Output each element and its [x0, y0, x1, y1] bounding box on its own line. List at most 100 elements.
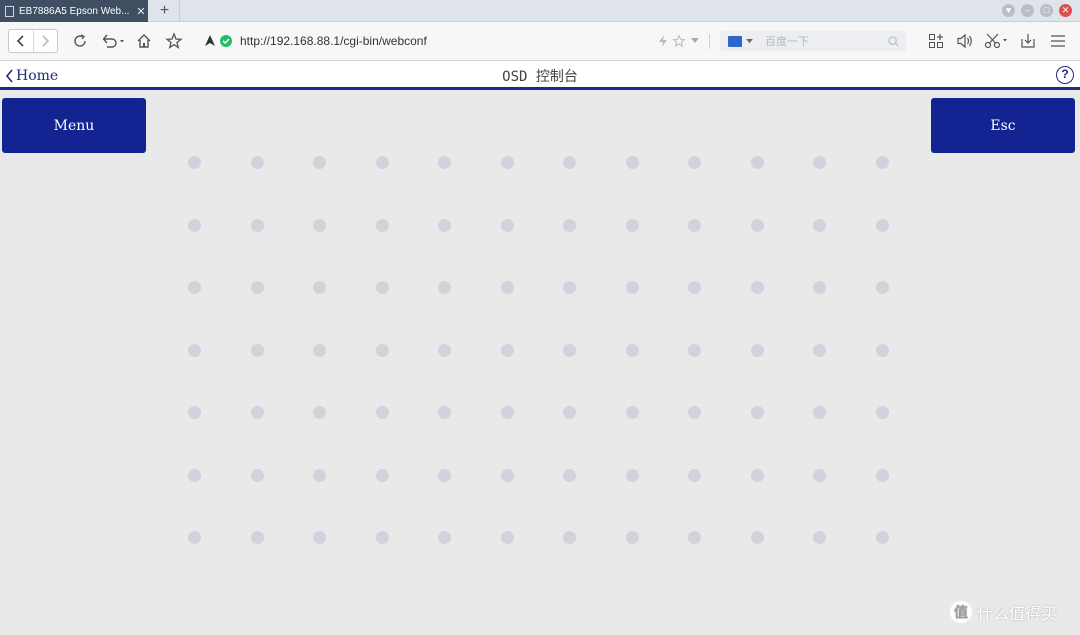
- grid-dot[interactable]: [375, 281, 389, 294]
- grid-dot[interactable]: [625, 218, 639, 232]
- forward-icon[interactable]: [34, 30, 58, 52]
- tab-close-icon[interactable]: ✕: [134, 5, 148, 18]
- screenshot-scissors-icon[interactable]: [984, 31, 1010, 51]
- grid-dot[interactable]: [250, 281, 264, 294]
- grid-dot[interactable]: [375, 531, 389, 544]
- new-tab-button[interactable]: +: [150, 0, 180, 22]
- back-icon[interactable]: [9, 30, 34, 52]
- grid-dot[interactable]: [813, 531, 826, 544]
- grid-dot[interactable]: [625, 406, 639, 419]
- grid-dot[interactable]: [625, 468, 639, 482]
- grid-dot[interactable]: [313, 531, 326, 544]
- grid-dot[interactable]: [188, 468, 201, 482]
- grid-dot[interactable]: [750, 156, 764, 169]
- help-icon[interactable]: ?: [1056, 66, 1074, 84]
- speed-mode-icon[interactable]: [204, 35, 216, 47]
- grid-dot[interactable]: [750, 218, 764, 232]
- favorite-star-icon[interactable]: [672, 34, 686, 48]
- grid-dot[interactable]: [188, 156, 201, 169]
- grid-dot[interactable]: [625, 343, 639, 357]
- grid-dot[interactable]: [250, 218, 264, 232]
- grid-dot[interactable]: [438, 406, 451, 419]
- grid-dot[interactable]: [688, 343, 701, 357]
- grid-dot[interactable]: [875, 468, 889, 482]
- grid-dot[interactable]: [688, 406, 701, 419]
- grid-dot[interactable]: [500, 531, 514, 544]
- grid-dot[interactable]: [375, 406, 389, 419]
- grid-dot[interactable]: [375, 156, 389, 169]
- address-bar[interactable]: http://192.168.88.1/cgi-bin/webconf: [200, 29, 708, 53]
- grid-dot[interactable]: [813, 156, 826, 169]
- grid-dot[interactable]: [500, 218, 514, 232]
- grid-dot[interactable]: [813, 468, 826, 482]
- grid-dot[interactable]: [313, 468, 326, 482]
- baidu-engine-icon[interactable]: [728, 35, 742, 47]
- lightning-icon[interactable]: [658, 35, 668, 47]
- grid-dot[interactable]: [563, 218, 576, 232]
- undo-close-icon[interactable]: [100, 31, 126, 51]
- engine-dropdown-icon[interactable]: [746, 38, 753, 44]
- grid-dot[interactable]: [313, 406, 326, 419]
- grid-dot[interactable]: [688, 531, 701, 544]
- home-icon[interactable]: [134, 31, 154, 51]
- grid-dot[interactable]: [375, 343, 389, 357]
- grid-dot[interactable]: [813, 406, 826, 419]
- grid-dot[interactable]: [188, 281, 201, 294]
- grid-dot[interactable]: [563, 281, 576, 294]
- grid-dot[interactable]: [188, 218, 201, 232]
- grid-dot[interactable]: [688, 218, 701, 232]
- grid-dot[interactable]: [500, 343, 514, 357]
- browser-tab[interactable]: EB7886A5 Epson Web... ✕: [0, 0, 148, 22]
- grid-dot[interactable]: [438, 468, 451, 482]
- refresh-icon[interactable]: [70, 31, 90, 51]
- grid-dot[interactable]: [188, 343, 201, 357]
- grid-dot[interactable]: [188, 406, 201, 419]
- grid-dot[interactable]: [875, 531, 889, 544]
- grid-dot[interactable]: [438, 218, 451, 232]
- grid-dot[interactable]: [250, 531, 264, 544]
- grid-dot[interactable]: [438, 343, 451, 357]
- grid-dot[interactable]: [750, 531, 764, 544]
- grid-dot[interactable]: [625, 531, 639, 544]
- grid-dot[interactable]: [250, 406, 264, 419]
- grid-dot[interactable]: [688, 468, 701, 482]
- grid-dot[interactable]: [438, 281, 451, 294]
- grid-dot[interactable]: [875, 218, 889, 232]
- bookmark-star-icon[interactable]: [164, 31, 184, 51]
- grid-dot[interactable]: [750, 406, 764, 419]
- grid-dot[interactable]: [250, 468, 264, 482]
- skin-icon[interactable]: ♥: [1002, 4, 1015, 17]
- grid-dot[interactable]: [875, 281, 889, 294]
- grid-dot[interactable]: [375, 218, 389, 232]
- grid-dot[interactable]: [500, 406, 514, 419]
- grid-dot[interactable]: [813, 343, 826, 357]
- grid-dot[interactable]: [188, 531, 201, 544]
- grid-dot[interactable]: [563, 406, 576, 419]
- grid-dot[interactable]: [875, 343, 889, 357]
- grid-dot[interactable]: [500, 281, 514, 294]
- search-icon[interactable]: [888, 35, 899, 47]
- grid-dot[interactable]: [563, 156, 576, 169]
- grid-dot[interactable]: [250, 343, 264, 357]
- grid-dot[interactable]: [500, 468, 514, 482]
- grid-dot[interactable]: [563, 531, 576, 544]
- grid-dot[interactable]: [688, 156, 701, 169]
- grid-dot[interactable]: [750, 343, 764, 357]
- grid-dot[interactable]: [438, 156, 451, 169]
- grid-dot[interactable]: [625, 281, 639, 294]
- search-box[interactable]: 百度一下: [720, 31, 906, 51]
- grid-dot[interactable]: [313, 218, 326, 232]
- grid-dot[interactable]: [750, 281, 764, 294]
- search-input[interactable]: 百度一下: [765, 33, 888, 49]
- grid-dot[interactable]: [875, 156, 889, 169]
- grid-dot[interactable]: [875, 406, 889, 419]
- close-window-icon[interactable]: ✕: [1059, 4, 1072, 17]
- menu-hamburger-icon[interactable]: [1048, 31, 1068, 51]
- download-icon[interactable]: [1018, 31, 1038, 51]
- grid-dot[interactable]: [375, 468, 389, 482]
- esc-button[interactable]: Esc: [931, 98, 1075, 153]
- menu-button[interactable]: Menu: [2, 98, 146, 153]
- grid-dot[interactable]: [313, 343, 326, 357]
- maximize-icon[interactable]: □: [1040, 4, 1053, 17]
- grid-dot[interactable]: [813, 218, 826, 232]
